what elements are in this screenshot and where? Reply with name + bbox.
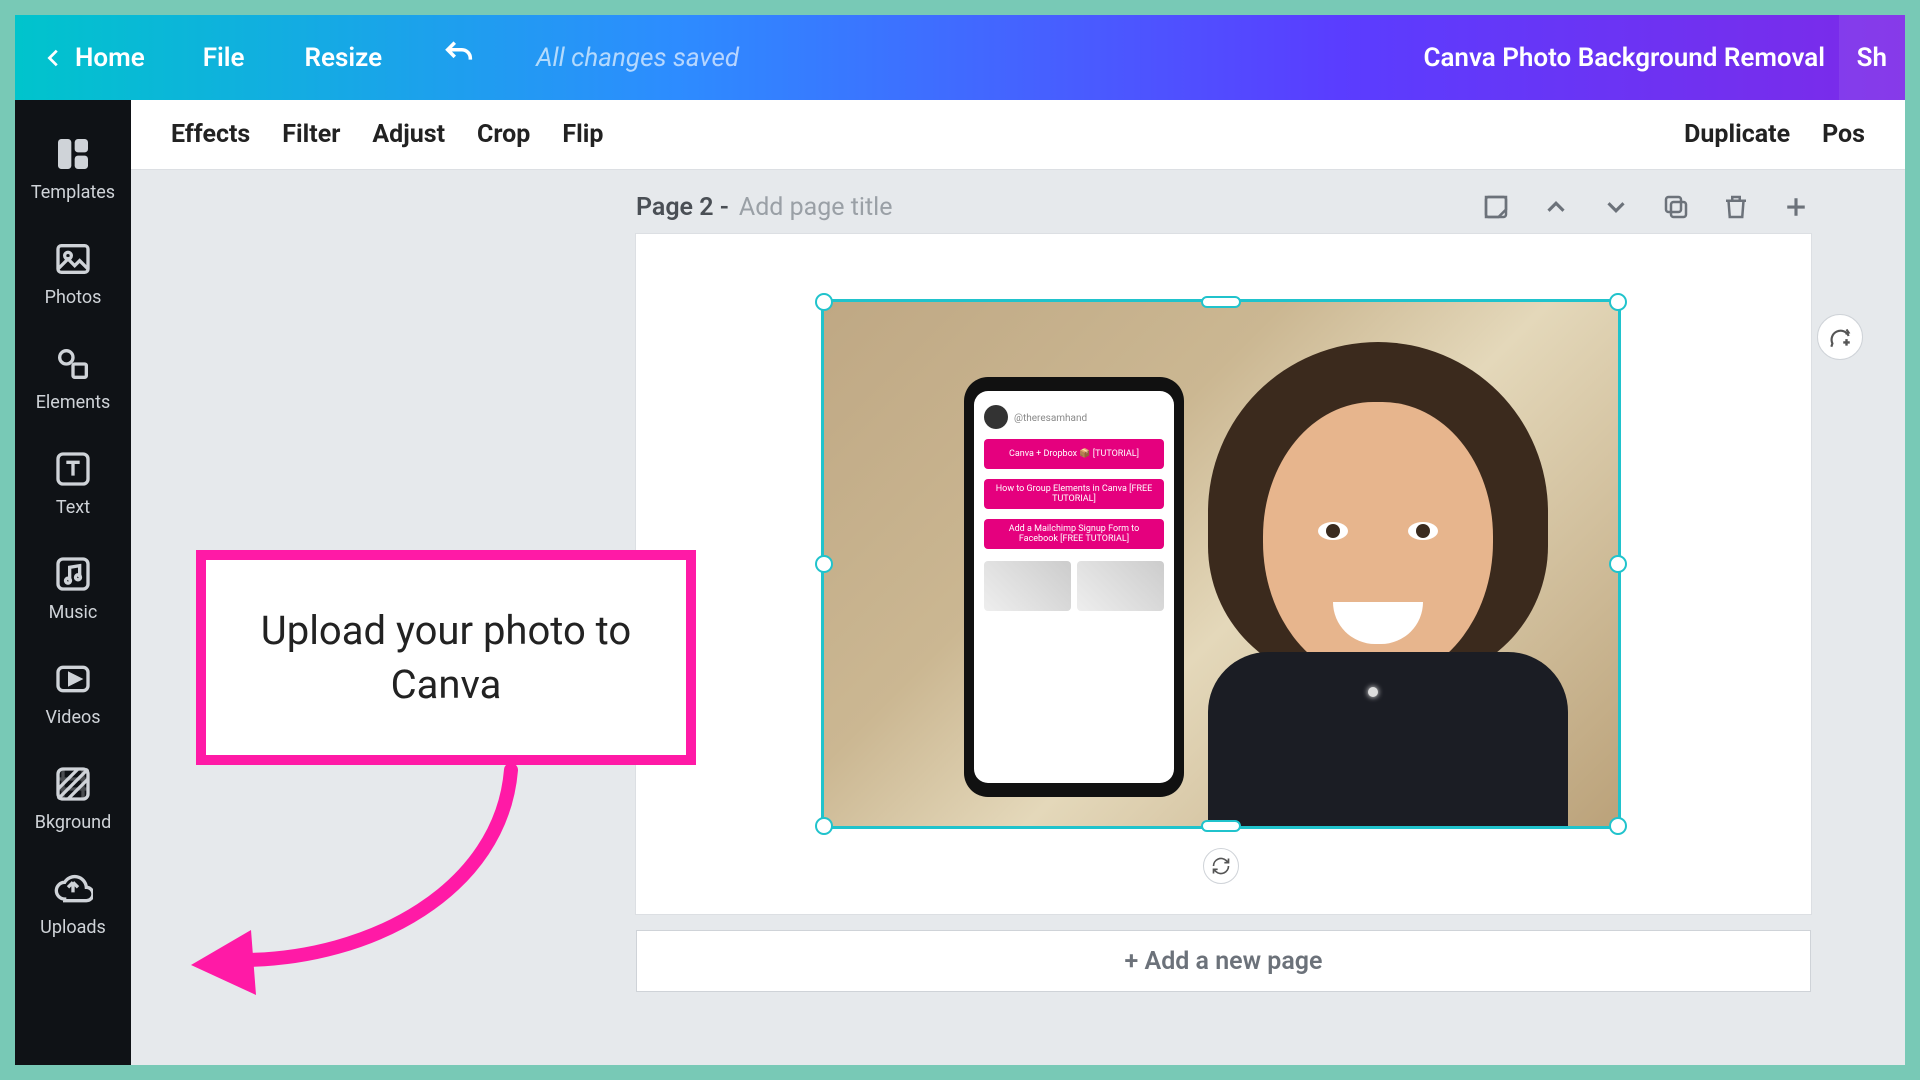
resize-handle-mr[interactable]: [1609, 555, 1627, 573]
page-up-icon[interactable]: [1541, 192, 1571, 222]
side-rail: Templates Photos Elements Text Music Vid…: [15, 100, 131, 1065]
rail-text[interactable]: Text: [15, 431, 131, 536]
rail-text-label: Text: [56, 497, 90, 518]
filter-button[interactable]: Filter: [282, 120, 340, 149]
page-number: Page 2 -: [636, 193, 729, 222]
page-wrap: Page 2 - Add page title @theresamhand: [636, 192, 1811, 914]
rotate-icon: [1211, 856, 1231, 876]
chevron-left-icon: [43, 47, 65, 69]
top-menu-bar: Home File Resize All changes saved Canva…: [15, 15, 1905, 100]
page-title-input[interactable]: Add page title: [739, 193, 893, 222]
rail-bkground-label: Bkground: [35, 812, 111, 833]
file-menu[interactable]: File: [173, 43, 275, 73]
selected-image[interactable]: @theresamhand Canva + Dropbox 📦 [TUTORIA…: [821, 299, 1621, 829]
rail-templates-label: Templates: [31, 182, 115, 203]
add-new-page-button[interactable]: + Add a new page: [636, 930, 1811, 992]
undo-icon: [442, 37, 476, 71]
templates-icon: [53, 134, 93, 174]
rail-bkground[interactable]: Bkground: [15, 746, 131, 851]
resize-handle-tl[interactable]: [815, 293, 833, 311]
effects-button[interactable]: Effects: [171, 120, 250, 149]
rail-photos-label: Photos: [45, 287, 102, 308]
home-button[interactable]: Home: [15, 43, 173, 73]
resize-handle-br[interactable]: [1609, 817, 1627, 835]
image-toolbar: Effects Filter Adjust Crop Flip Duplicat…: [131, 100, 1905, 170]
page-down-icon[interactable]: [1601, 192, 1631, 222]
undo-button[interactable]: [412, 37, 506, 78]
photos-icon: [53, 239, 93, 279]
duplicate-button[interactable]: Duplicate: [1684, 120, 1790, 149]
annotation-callout: Upload your photo to Canva: [196, 550, 696, 765]
rail-music-label: Music: [49, 602, 98, 623]
annotation-arrow: [161, 750, 581, 1010]
person-silhouette: [1168, 322, 1588, 822]
delete-page-icon[interactable]: [1721, 192, 1751, 222]
add-page-icon[interactable]: [1781, 192, 1811, 222]
rotate-handle[interactable]: [1203, 848, 1239, 884]
rail-templates[interactable]: Templates: [15, 116, 131, 221]
phone-link-2: How to Group Elements in Canva [FREE TUT…: [984, 479, 1164, 509]
phone-link-1: Canva + Dropbox 📦 [TUTORIAL]: [984, 439, 1164, 469]
design-page[interactable]: @theresamhand Canva + Dropbox 📦 [TUTORIA…: [636, 234, 1811, 914]
crop-button[interactable]: Crop: [477, 120, 530, 149]
home-label: Home: [75, 43, 145, 73]
resize-handle-ml[interactable]: [815, 555, 833, 573]
resize-handle-tr[interactable]: [1609, 293, 1627, 311]
notes-icon[interactable]: [1481, 192, 1511, 222]
text-icon: [53, 449, 93, 489]
rail-uploads-label: Uploads: [40, 917, 106, 938]
resize-handle-bc[interactable]: [1201, 820, 1241, 832]
rail-elements-label: Elements: [36, 392, 111, 413]
rail-music[interactable]: Music: [15, 536, 131, 641]
canvas-area: Page 2 - Add page title @theresamhand: [131, 170, 1905, 1065]
music-icon: [53, 554, 93, 594]
add-element-fab[interactable]: [1817, 314, 1863, 360]
rail-videos[interactable]: Videos: [15, 641, 131, 746]
page-header: Page 2 - Add page title: [636, 192, 1811, 222]
adjust-button[interactable]: Adjust: [372, 120, 445, 149]
copy-page-icon[interactable]: [1661, 192, 1691, 222]
photo-content: @theresamhand Canva + Dropbox 📦 [TUTORIA…: [824, 302, 1618, 826]
phone-link-3: Add a Mailchimp Signup Form to Facebook …: [984, 519, 1164, 549]
flip-button[interactable]: Flip: [562, 120, 603, 149]
bkground-icon: [53, 764, 93, 804]
rail-photos[interactable]: Photos: [15, 221, 131, 326]
position-button[interactable]: Pos: [1822, 120, 1865, 149]
resize-handle-bl[interactable]: [815, 817, 833, 835]
resize-handle-tc[interactable]: [1201, 296, 1241, 308]
document-title[interactable]: Canva Photo Background Removal: [1423, 43, 1825, 73]
rail-videos-label: Videos: [45, 707, 100, 728]
elements-icon: [53, 344, 93, 384]
share-button[interactable]: Sh: [1839, 15, 1905, 100]
uploads-icon: [53, 869, 93, 909]
phone-mockup: @theresamhand Canva + Dropbox 📦 [TUTORIA…: [964, 377, 1184, 797]
phone-username: @theresamhand: [1014, 413, 1087, 424]
refresh-plus-icon: [1827, 324, 1853, 350]
rail-elements[interactable]: Elements: [15, 326, 131, 431]
rail-uploads[interactable]: Uploads: [15, 851, 131, 956]
save-status: All changes saved: [506, 43, 739, 73]
videos-icon: [53, 659, 93, 699]
app-frame: Home File Resize All changes saved Canva…: [15, 15, 1905, 1065]
resize-menu[interactable]: Resize: [275, 43, 413, 73]
